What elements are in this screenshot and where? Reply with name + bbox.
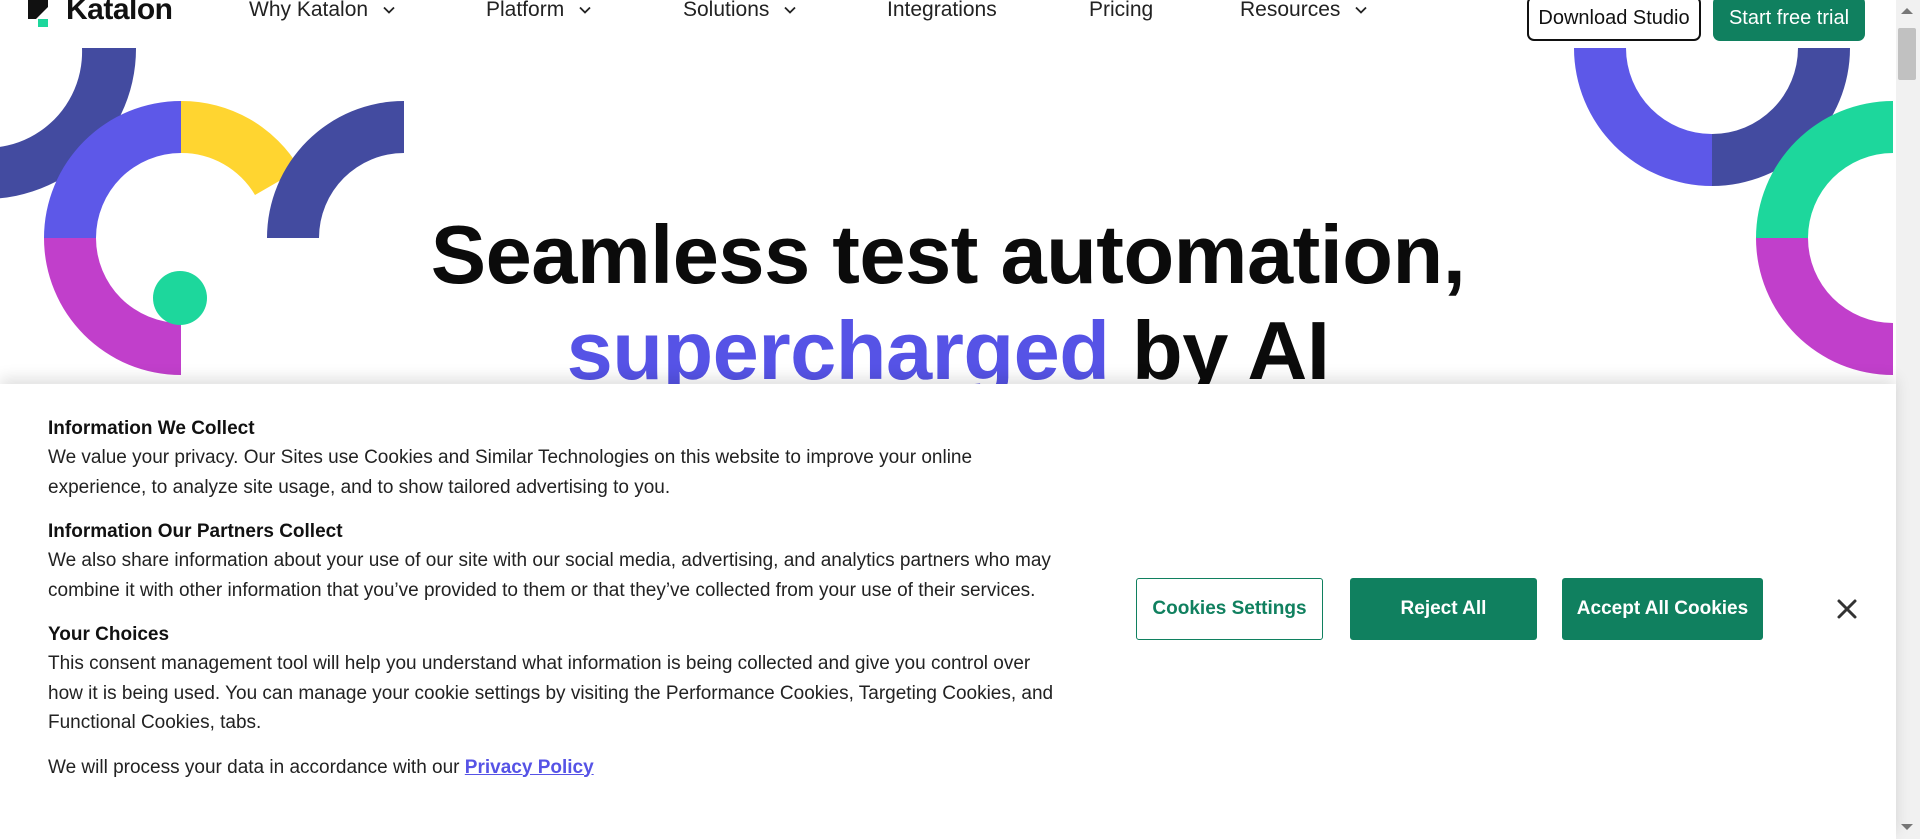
scroll-down-arrow-icon[interactable] bbox=[1901, 824, 1913, 830]
close-icon[interactable] bbox=[1834, 596, 1860, 622]
nav-integrations[interactable]: Integrations bbox=[887, 0, 997, 22]
download-studio-button[interactable]: Download Studio bbox=[1527, 0, 1701, 41]
section-heading-collect: Information We Collect bbox=[48, 418, 255, 439]
nav-pricing[interactable]: Pricing bbox=[1089, 0, 1153, 22]
cookie-consent-banner: Information We Collect We value your pri… bbox=[0, 384, 1896, 839]
nav-solutions-label: Solutions bbox=[683, 0, 770, 21]
page-scrollbar[interactable] bbox=[1896, 0, 1920, 839]
cookies-settings-button[interactable]: Cookies Settings bbox=[1136, 578, 1323, 640]
chevron-down-icon bbox=[579, 6, 591, 14]
nav-why-katalon-label: Why Katalon bbox=[249, 0, 369, 21]
cookie-policy-text: Information We Collect We value your pri… bbox=[48, 414, 1058, 782]
chevron-down-icon bbox=[784, 6, 797, 14]
section-body-partners: We also share information about your use… bbox=[48, 550, 1051, 601]
accept-all-cookies-button[interactable]: Accept All Cookies bbox=[1562, 578, 1763, 640]
nav-solutions[interactable]: Solutions bbox=[683, 0, 797, 22]
reject-all-button[interactable]: Reject All bbox=[1350, 578, 1537, 640]
nav-resources[interactable]: Resources bbox=[1240, 0, 1368, 22]
hero-title-line-2: supercharged by AI bbox=[0, 304, 1896, 384]
brand-logo[interactable]: Katalon bbox=[28, 0, 173, 30]
hero-section: Seamless test automation, supercharged b… bbox=[0, 48, 1896, 384]
privacy-footer: We will process your data in accordance … bbox=[48, 753, 1058, 783]
chevron-down-icon bbox=[1355, 6, 1368, 14]
nav-integrations-label: Integrations bbox=[887, 0, 997, 21]
nav-why-katalon[interactable]: Why Katalon bbox=[249, 0, 396, 22]
section-heading-partners: Information Our Partners Collect bbox=[48, 521, 343, 542]
hero-title-rest: by AI bbox=[1109, 304, 1330, 384]
start-free-trial-button[interactable]: Start free trial bbox=[1713, 0, 1865, 41]
nav-resources-label: Resources bbox=[1240, 0, 1341, 21]
scrollbar-thumb[interactable] bbox=[1898, 28, 1916, 80]
brand-name: Katalon bbox=[66, 0, 173, 26]
chevron-down-icon bbox=[383, 6, 395, 14]
nav-pricing-label: Pricing bbox=[1089, 0, 1154, 21]
section-body-collect: We value your privacy. Our Sites use Coo… bbox=[48, 447, 973, 498]
hero-title-accent: supercharged bbox=[566, 304, 1110, 384]
hero-title-line-1: Seamless test automation, bbox=[430, 208, 1466, 301]
nav-platform[interactable]: Platform bbox=[486, 0, 592, 22]
section-heading-choices: Your Choices bbox=[48, 624, 170, 645]
privacy-policy-link[interactable]: Privacy Policy bbox=[465, 757, 594, 778]
nav-platform-label: Platform bbox=[486, 0, 565, 21]
top-nav: Katalon Why Katalon Platform Solutions I… bbox=[0, 0, 1896, 48]
scroll-up-arrow-icon[interactable] bbox=[1901, 8, 1913, 14]
privacy-footer-text: We will process your data in accordance … bbox=[48, 756, 465, 778]
section-body-choices: This consent management tool will help y… bbox=[48, 653, 1054, 733]
katalon-logo-icon bbox=[28, 0, 48, 27]
